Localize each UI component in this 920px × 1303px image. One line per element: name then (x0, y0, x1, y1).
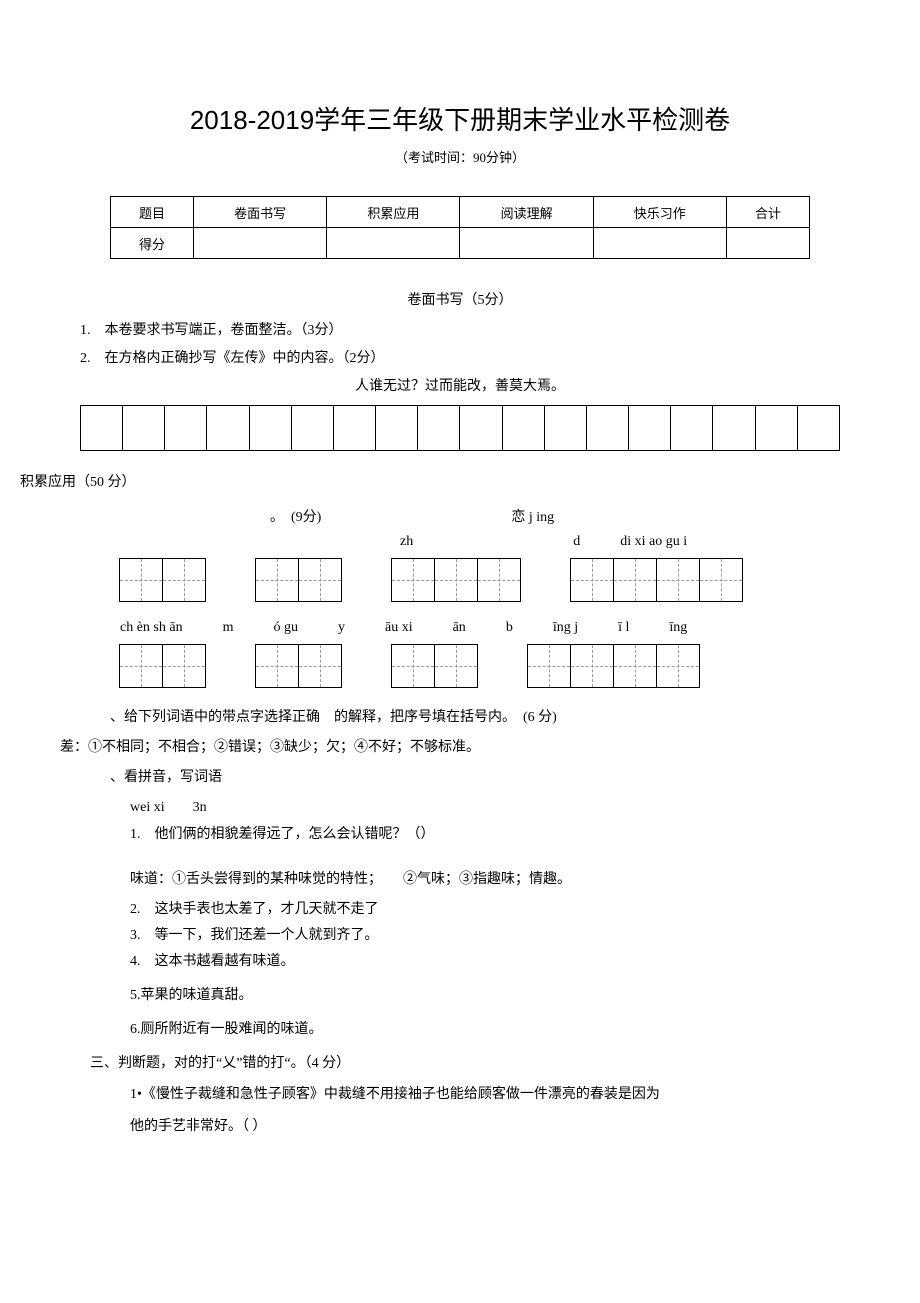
char-box (613, 644, 657, 688)
score-table: 题目 卷面书写 积累应用 阅读理解 快乐习作 合计 得分 (110, 196, 810, 259)
td-blank (194, 228, 327, 259)
pinyin-text: īng j (553, 620, 578, 636)
judge-item-1b: 他的手艺非常好。（ ） (130, 1114, 900, 1139)
char-box (477, 558, 521, 602)
char-box-group (256, 644, 342, 688)
table-row: 题目 卷面书写 积累应用 阅读理解 快乐习作 合计 (111, 197, 810, 228)
char-box (434, 558, 478, 602)
char-box (162, 644, 206, 688)
definition-cha: 差：①不相同；不相合；②错误；③缺少；欠；④不好；不够标准。 (60, 736, 900, 756)
char-box-row-2 (120, 644, 900, 688)
th-accum: 积累应用 (327, 197, 460, 228)
pinyin-row-c: ch èn sh ān m ó gu y āu xi ān b īng j ī … (120, 620, 900, 636)
zuozhuan-quote: 人谁无过？过而能改，善莫大焉。 (20, 375, 900, 395)
char-box (298, 644, 342, 688)
pinyin-text: ī l (618, 620, 629, 636)
th-reading: 阅读理解 (460, 197, 593, 228)
item-4: 4. 这本书越看越有味道。 (130, 950, 900, 970)
pinyin-text: zh (400, 534, 413, 550)
pinyin-text: ó gu (273, 620, 298, 636)
pinyin-text: ān (453, 620, 466, 636)
pinyin-text: āu xi (385, 620, 413, 636)
char-box-group (120, 558, 206, 602)
q2-title: 、给下列词语中的带点字选择正确 的解释，把序号填在括号内。 (6 分) (110, 706, 900, 726)
char-box (527, 644, 571, 688)
char-box (298, 558, 342, 602)
writing-req-1: 1. 本卷要求书写端正，卷面整洁。（3分） (80, 319, 900, 339)
td-blank (593, 228, 726, 259)
pinyin-text: ch èn sh ān (120, 620, 183, 636)
definition-weidao: 味道：①舌头尝得到的某种味觉的特性； ②气味；③指趣味；情趣。 (130, 867, 900, 892)
char-box-group (392, 644, 478, 688)
char-box (656, 644, 700, 688)
section-accum-title: 积累应用（50 分） (20, 471, 900, 491)
pinyin-row-a: 。 (9分) 恋 j ing (120, 506, 900, 526)
copy-grid (80, 405, 840, 451)
td-score-label: 得分 (111, 228, 194, 259)
q1b-pinyin: wei xi 3n (130, 796, 900, 816)
char-box (255, 558, 299, 602)
pinyin-text: īng (669, 620, 687, 636)
char-box (119, 644, 163, 688)
item-3: 3. 等一下，我们还差一个人就到齐了。 (130, 924, 900, 944)
pinyin-text: 。 (9分) (270, 506, 321, 526)
th-total: 合计 (726, 197, 809, 228)
page-title: 2018-2019学年三年级下册期末学业水平检测卷 (20, 100, 900, 137)
char-box-group (528, 644, 700, 688)
item-1: 1. 他们俩的相貌差得远了，怎么会认错呢？（） (130, 822, 900, 847)
pinyin-text: y (338, 620, 345, 636)
char-box (434, 644, 478, 688)
th-topic: 题目 (111, 197, 194, 228)
pinyin-text: d (573, 534, 580, 550)
writing-req-2: 2. 在方格内正确抄写《左传》中的内容。（2分） (80, 347, 900, 367)
th-writing: 卷面书写 (194, 197, 327, 228)
char-box (391, 558, 435, 602)
char-box-group (256, 558, 342, 602)
judge-item-1a: 1•《慢性子裁缝和急性子顾客》中裁缝不用接袖子也能给顾客做一件漂亮的春装是因为 (130, 1082, 900, 1107)
char-box-group (120, 644, 206, 688)
section-writing-title: 卷面书写（5分） (20, 289, 900, 309)
q1b-title: 、看拼音，写词语 (110, 766, 900, 786)
char-box (570, 644, 614, 688)
pinyin-text: b (506, 620, 513, 636)
char-box-group (571, 558, 743, 602)
item-5: 5.苹果的味道真甜。 (130, 984, 900, 1004)
char-box (391, 644, 435, 688)
char-box (613, 558, 657, 602)
char-box (570, 558, 614, 602)
th-composition: 快乐习作 (593, 197, 726, 228)
char-box-group (392, 558, 521, 602)
td-blank (460, 228, 593, 259)
section-judge-title: 三、判断题，对的打“乂”错的打“。（4 分） (90, 1052, 900, 1072)
pinyin-row-b: zh d di xi ao gu i (120, 534, 900, 550)
td-blank (726, 228, 809, 259)
td-blank (327, 228, 460, 259)
pinyin-text: 恋 j ing (511, 506, 554, 526)
item-2: 2. 这块手表也太差了，才几天就不走了 (130, 898, 900, 918)
char-box-row-1 (120, 558, 900, 602)
char-box (255, 644, 299, 688)
char-box (699, 558, 743, 602)
pinyin-text: di xi ao gu i (620, 534, 687, 550)
char-box (162, 558, 206, 602)
table-row: 得分 (111, 228, 810, 259)
item-6: 6.厕所附近有一股难闻的味道。 (130, 1018, 900, 1038)
exam-duration: （考试时间：90分钟） (20, 147, 900, 166)
pinyin-text: m (223, 620, 234, 636)
char-box (119, 558, 163, 602)
char-box (656, 558, 700, 602)
